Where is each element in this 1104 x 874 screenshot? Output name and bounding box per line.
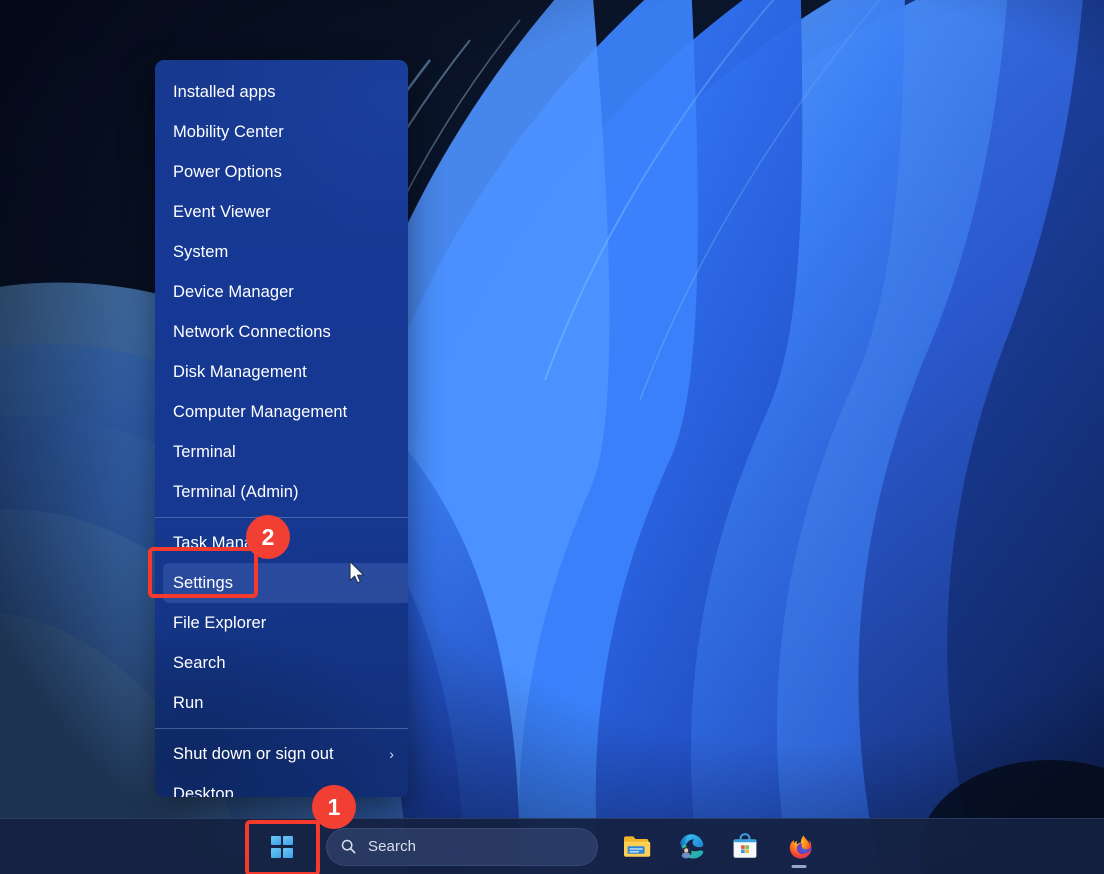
- chevron-right-icon: ›: [389, 746, 394, 762]
- menu-item-disk-management[interactable]: Disk Management: [155, 352, 408, 392]
- menu-item-terminal-admin[interactable]: Terminal (Admin): [155, 472, 408, 512]
- menu-item-label: Device Manager: [173, 283, 294, 302]
- taskbar-app-file-explorer[interactable]: [620, 827, 654, 867]
- annotation-badge-2: 2: [246, 515, 290, 559]
- windows-logo-icon: [271, 836, 293, 858]
- taskbar-app-microsoft-store[interactable]: [728, 827, 762, 867]
- menu-item-label: Settings: [173, 574, 233, 593]
- microsoft-store-icon: [730, 833, 760, 861]
- menu-item-desktop[interactable]: Desktop: [155, 774, 408, 797]
- taskbar-search-placeholder: Search: [368, 838, 416, 855]
- menu-item-computer-management[interactable]: Computer Management: [155, 392, 408, 432]
- menu-item-terminal[interactable]: Terminal: [155, 432, 408, 472]
- microsoft-edge-icon: [676, 832, 706, 862]
- taskbar-app-firefox[interactable]: [782, 827, 816, 867]
- menu-item-power-options[interactable]: Power Options: [155, 152, 408, 192]
- menu-item-installed-apps[interactable]: Installed apps: [155, 72, 408, 112]
- start-button[interactable]: [246, 824, 318, 870]
- menu-item-label: Event Viewer: [173, 203, 271, 222]
- menu-item-mobility-center[interactable]: Mobility Center: [155, 112, 408, 152]
- desktop-screen: Installed apps Mobility Center Power Opt…: [0, 0, 1104, 874]
- menu-item-label: Terminal (Admin): [173, 483, 299, 502]
- firefox-icon: [784, 832, 814, 862]
- search-icon: [340, 838, 357, 855]
- taskbar: Search: [0, 818, 1104, 874]
- menu-item-file-explorer[interactable]: File Explorer: [155, 603, 408, 643]
- menu-item-label: File Explorer: [173, 614, 266, 633]
- app-running-indicator: [792, 865, 807, 868]
- taskbar-search-box[interactable]: Search: [326, 828, 598, 866]
- menu-item-settings[interactable]: Settings: [155, 563, 408, 603]
- menu-item-system[interactable]: System: [155, 232, 408, 272]
- menu-item-label: Power Options: [173, 163, 282, 182]
- menu-separator-2: [155, 728, 408, 729]
- file-explorer-icon: [622, 833, 652, 861]
- winx-quick-link-menu: Installed apps Mobility Center Power Opt…: [155, 60, 408, 797]
- menu-item-label: System: [173, 243, 228, 262]
- annotation-badge-1: 1: [312, 785, 356, 829]
- menu-group-session: Shut down or sign out › Desktop: [155, 734, 408, 797]
- menu-item-network-connections[interactable]: Network Connections: [155, 312, 408, 352]
- taskbar-app-microsoft-edge[interactable]: [674, 827, 708, 867]
- menu-item-label: Shut down or sign out: [173, 745, 334, 764]
- menu-item-label: Run: [173, 694, 203, 713]
- menu-item-label: Terminal: [173, 443, 236, 462]
- taskbar-app-buttons: [620, 827, 816, 867]
- menu-item-event-viewer[interactable]: Event Viewer: [155, 192, 408, 232]
- menu-item-device-manager[interactable]: Device Manager: [155, 272, 408, 312]
- menu-item-label: Network Connections: [173, 323, 331, 342]
- menu-item-label: Installed apps: [173, 83, 276, 102]
- menu-group-system: Installed apps Mobility Center Power Opt…: [155, 72, 408, 512]
- menu-item-shut-down-or-sign-out[interactable]: Shut down or sign out ›: [155, 734, 408, 774]
- menu-item-label: Disk Management: [173, 363, 307, 382]
- menu-separator-1: [155, 517, 408, 518]
- menu-item-label: Mobility Center: [173, 123, 284, 142]
- menu-item-label: Computer Management: [173, 403, 347, 422]
- menu-item-label: Desktop: [173, 785, 234, 798]
- menu-item-label: Search: [173, 654, 226, 673]
- menu-item-run[interactable]: Run: [155, 683, 408, 723]
- menu-item-search[interactable]: Search: [155, 643, 408, 683]
